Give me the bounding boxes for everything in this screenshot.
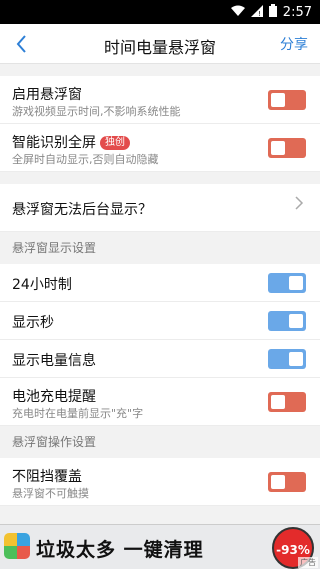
signal-icon: ! <box>250 4 263 21</box>
svg-text:!: ! <box>258 10 261 17</box>
ad-logo-icon <box>4 533 30 559</box>
no-block-sub: 悬浮窗不可触摸 <box>12 487 89 500</box>
show-battery-toggle[interactable] <box>268 349 306 369</box>
app-bar: 时间电量悬浮窗 分享 <box>0 24 320 64</box>
24h-row[interactable]: 24小时制 <box>0 264 320 302</box>
no-block-toggle[interactable] <box>268 472 306 492</box>
battery-icon <box>268 4 277 21</box>
show-seconds-toggle[interactable] <box>268 311 306 331</box>
smart-fullscreen-toggle[interactable] <box>268 138 306 158</box>
status-icons: ! 2:57 <box>230 4 312 21</box>
show-battery-row[interactable]: 显示电量信息 <box>0 340 320 378</box>
enable-float-label: 启用悬浮窗 <box>12 87 82 103</box>
share-button[interactable]: 分享 <box>280 34 308 54</box>
settings-list: 启用悬浮窗 游戏视频显示时间,不影响系统性能 智能识别全屏 独创 全屏时自动显示,… <box>0 64 320 506</box>
exclusive-badge: 独创 <box>100 136 130 150</box>
charge-reminder-sub: 充电时在电量前显示"充"字 <box>12 407 144 420</box>
page-title: 时间电量悬浮窗 <box>103 38 216 57</box>
section-gap <box>0 64 320 76</box>
no-block-row[interactable]: 不阻挡覆盖 悬浮窗不可触摸 <box>0 458 320 506</box>
show-seconds-label: 显示秒 <box>12 315 54 331</box>
smart-fullscreen-sub: 全屏时自动显示,否则自动隐藏 <box>12 153 159 166</box>
smart-fullscreen-text: 智能识别全屏 <box>12 135 96 151</box>
cannot-background-label: 悬浮窗无法后台显示？ <box>12 202 152 218</box>
charge-reminder-label: 电池充电提醒 <box>12 389 96 405</box>
chevron-right-icon <box>295 196 304 210</box>
enable-float-sub: 游戏视频显示时间,不影响系统性能 <box>12 105 181 118</box>
ad-text: 垃圾太多 一键清理 <box>36 539 204 561</box>
no-block-label: 不阻挡覆盖 <box>12 469 82 485</box>
smart-fullscreen-row[interactable]: 智能识别全屏 独创 全屏时自动显示,否则自动隐藏 <box>0 124 320 172</box>
cannot-background-row[interactable]: 悬浮窗无法后台显示？ <box>0 184 320 232</box>
show-battery-label: 显示电量信息 <box>12 353 96 369</box>
smart-fullscreen-label: 智能识别全屏 独创 <box>12 132 130 152</box>
enable-float-toggle[interactable] <box>268 90 306 110</box>
24h-label: 24小时制 <box>12 277 72 293</box>
show-seconds-row[interactable]: 显示秒 <box>0 302 320 340</box>
operation-section-header: 悬浮窗操作设置 <box>0 426 320 458</box>
status-time: 2:57 <box>282 5 312 20</box>
display-section-header: 悬浮窗显示设置 <box>0 232 320 264</box>
wifi-icon <box>230 5 245 21</box>
section-gap <box>0 172 320 184</box>
charge-reminder-toggle[interactable] <box>268 392 306 412</box>
ad-banner[interactable]: 垃圾太多 一键清理 -93% 广告 <box>0 524 320 569</box>
enable-float-row[interactable]: 启用悬浮窗 游戏视频显示时间,不影响系统性能 <box>0 76 320 124</box>
status-bar: ! 2:57 <box>0 0 320 24</box>
charge-reminder-row[interactable]: 电池充电提醒 充电时在电量前显示"充"字 <box>0 378 320 426</box>
24h-toggle[interactable] <box>268 273 306 293</box>
ad-tag: 广告 <box>298 557 318 568</box>
